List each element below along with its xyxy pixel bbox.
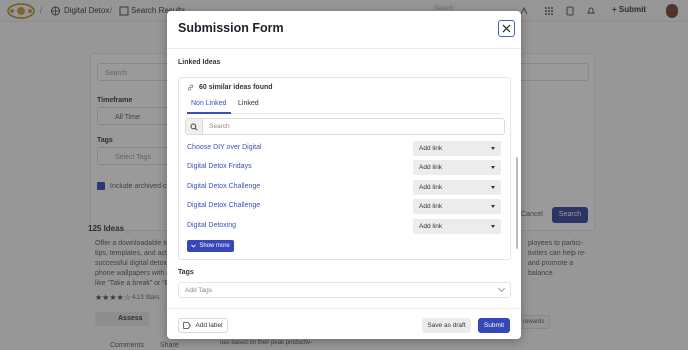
- idea-link[interactable]: Digital Detox Challenge: [187, 183, 260, 190]
- modal-title: Submission Form: [178, 21, 284, 35]
- linked-ideas-panel: 60 similar ideas found Non Linked Linked…: [178, 77, 511, 260]
- tab-linked[interactable]: Linked: [238, 100, 259, 107]
- add-link-dropdown[interactable]: Add link: [413, 219, 501, 234]
- caret-down-icon: [491, 225, 495, 228]
- add-link-label: Add link: [419, 164, 443, 171]
- ideas-search-box: [185, 118, 505, 135]
- idea-link[interactable]: Digital Detox Challenge: [187, 202, 260, 209]
- similar-ideas-header: 60 similar ideas found: [187, 84, 273, 91]
- close-button[interactable]: [498, 20, 515, 37]
- caret-down-icon: [491, 186, 495, 189]
- caret-down-icon: [491, 166, 495, 169]
- add-label-button[interactable]: Add label: [178, 318, 228, 333]
- active-tab-indicator: [187, 112, 231, 114]
- caret-down-icon: [491, 147, 495, 150]
- add-link-dropdown[interactable]: Add link: [413, 160, 501, 175]
- scrollbar[interactable]: [516, 157, 518, 249]
- footer-divider: [167, 308, 521, 309]
- close-icon: [502, 24, 511, 33]
- tab-non-linked[interactable]: Non Linked: [191, 100, 226, 107]
- submit-button[interactable]: Submit: [478, 318, 510, 333]
- tags-label: Tags: [178, 269, 194, 276]
- add-link-label: Add link: [419, 145, 443, 152]
- caret-down-icon: [491, 205, 495, 208]
- add-label-text: Add label: [195, 322, 223, 329]
- tags-select[interactable]: Add Tags: [178, 282, 511, 298]
- linked-ideas-label: Linked Ideas: [178, 59, 221, 66]
- add-link-label: Add link: [419, 223, 443, 230]
- tabs-divider: [187, 113, 503, 114]
- show-more-button[interactable]: Show more: [187, 240, 234, 252]
- chevron-down-icon: [497, 284, 506, 293]
- search-icon-box[interactable]: [186, 119, 203, 134]
- add-link-label: Add link: [419, 203, 443, 210]
- label-icon: [183, 322, 192, 329]
- ideas-search-input[interactable]: [203, 123, 504, 130]
- add-link-dropdown[interactable]: Add link: [413, 141, 501, 156]
- idea-link[interactable]: Digital Detox Fridays: [187, 163, 252, 170]
- tags-placeholder: Add Tags: [185, 286, 212, 294]
- chevron-down-icon: [191, 244, 197, 248]
- list-item: Digital Detoxing Add link: [187, 219, 505, 241]
- submission-form-modal: Submission Form Linked Ideas 60 similar …: [167, 11, 521, 339]
- similar-ideas-count: 60 similar ideas found: [199, 84, 273, 91]
- idea-link[interactable]: Digital Detoxing: [187, 222, 236, 229]
- show-more-label: Show more: [199, 243, 230, 249]
- search-icon: [190, 123, 198, 131]
- add-link-dropdown[interactable]: Add link: [413, 199, 501, 214]
- add-link-dropdown[interactable]: Add link: [413, 180, 501, 195]
- save-as-draft-button[interactable]: Save as draft: [422, 318, 471, 333]
- add-link-label: Add link: [419, 184, 443, 191]
- idea-link[interactable]: Choose DIY over Digital: [187, 144, 262, 151]
- header-divider: [167, 48, 521, 49]
- link-icon: [187, 84, 194, 91]
